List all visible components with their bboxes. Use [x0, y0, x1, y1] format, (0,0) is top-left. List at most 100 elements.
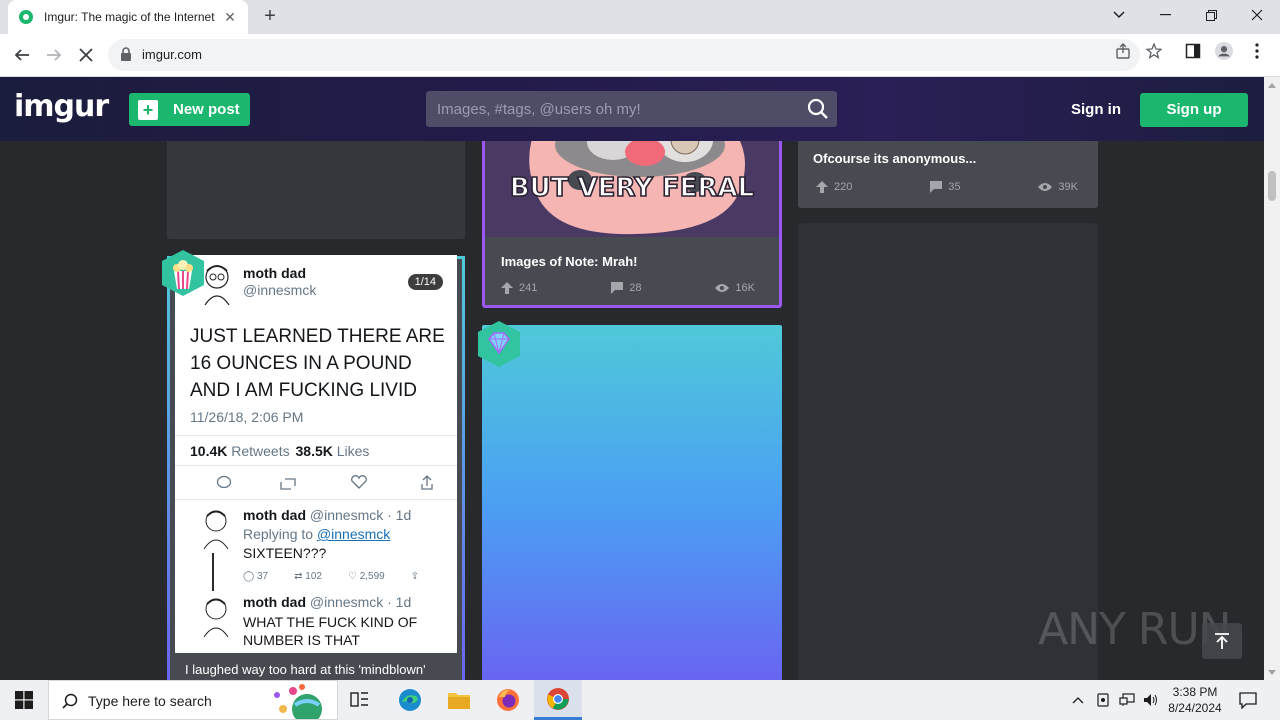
search-highlight-globe-icon [274, 684, 322, 719]
feral-image-text: BUT VERY FERAL [510, 173, 754, 203]
imgur-header: imgur + New post Images, #tags, @users o… [0, 77, 1264, 141]
taskbar-search-placeholder: Type here to search [88, 693, 212, 709]
volume-icon[interactable] [1139, 680, 1163, 720]
post-stats: 220 35 39K [816, 179, 1078, 195]
comment-icon [930, 181, 943, 193]
tab-close-icon[interactable]: ✕ [222, 9, 238, 25]
reply-2-name: moth dad [243, 594, 306, 610]
view-count: 16K [735, 282, 755, 294]
chrome-taskbar-icon[interactable] [534, 680, 582, 720]
view-count: 39K [1058, 181, 1078, 193]
page-scrollbar[interactable] [1264, 77, 1280, 680]
search-input[interactable]: Images, #tags, @users oh my! [426, 91, 837, 127]
upvote-arrow-icon [816, 181, 828, 193]
like-count: 38.5K [295, 443, 333, 459]
popcorn-badge-icon [162, 250, 204, 296]
browser-tab[interactable]: Imgur: The magic of the Internet ✕ [8, 0, 248, 34]
retweets-label: Retweets [231, 443, 290, 459]
firefox-icon[interactable] [484, 680, 532, 720]
search-icon[interactable] [807, 98, 829, 120]
task-view-icon[interactable] [336, 680, 384, 720]
side-panel-icon[interactable] [1184, 42, 1202, 60]
new-post-button[interactable]: + New post [129, 93, 250, 126]
reply-1-reply-count: ◯ 37 [243, 571, 269, 582]
reply-2-meta: @innesmck · 1d [309, 594, 412, 610]
reply-2-avatar [203, 598, 229, 638]
windows-taskbar: Type here to search 3:38 PM 8/24/2024 [0, 680, 1280, 720]
profile-avatar-icon[interactable] [1215, 42, 1233, 60]
plus-icon: + [138, 99, 158, 120]
upvote-stat[interactable]: 220 [816, 179, 852, 195]
diamond-badge-icon [478, 321, 520, 367]
imgur-page: imgur + New post Images, #tags, @users o… [0, 77, 1264, 680]
view-stat: 16K [715, 280, 755, 296]
tweet-author-name: moth dad [243, 265, 306, 281]
post-title[interactable]: I laughed way too hard at this 'mindblow… [185, 662, 426, 677]
reply-avatar [203, 510, 229, 550]
replying-to-handle: @innesmck [316, 526, 391, 542]
imgur-favicon-icon [19, 10, 33, 24]
reply-1-text: SIXTEEN??? [243, 545, 327, 561]
tweet-timestamp: 11/26/18, 2:06 PM [190, 409, 304, 425]
reply-1-share-icon: ⇪ [410, 571, 420, 582]
forward-arrow-icon[interactable] [40, 41, 68, 69]
restore-button[interactable] [1188, 0, 1234, 30]
tray-chevron-up-icon[interactable] [1066, 680, 1090, 720]
tray-device-icon[interactable] [1091, 680, 1115, 720]
bookmark-star-icon[interactable] [1145, 42, 1163, 60]
share-icon[interactable] [1114, 42, 1132, 60]
scroll-up-arrow-icon[interactable] [1268, 83, 1276, 88]
back-to-top-button[interactable] [1202, 623, 1242, 659]
tweet-engagement: 10.4K Retweets 38.5K Likes [190, 443, 369, 459]
replying-to-label: Replying to [243, 526, 314, 542]
sign-in-link[interactable]: Sign in [1071, 101, 1121, 118]
taskbar-search-input[interactable]: Type here to search [48, 680, 338, 720]
comment-stat[interactable]: 35 [930, 179, 961, 195]
post-title[interactable]: Ofcourse its anonymous... [813, 151, 976, 166]
upvote-count: 220 [834, 181, 853, 193]
upvote-arrow-icon [501, 282, 513, 294]
tab-search-chevron-icon[interactable] [1096, 0, 1142, 30]
post-title[interactable]: Images of Note: Mrah! [501, 254, 638, 269]
notifications-icon[interactable] [1228, 680, 1268, 720]
windows-start-icon[interactable] [0, 680, 48, 720]
clock-date: 8/24/2024 [1168, 701, 1222, 715]
post-card-gradient-loading[interactable] [482, 325, 782, 680]
tweet-text: JUST LEARNED THERE ARE 16 OUNCES IN A PO… [190, 326, 445, 401]
comment-stat[interactable]: 28 [611, 280, 642, 296]
scrollbar-thumb[interactable] [1268, 171, 1276, 201]
tweet-author-handle: @innesmck [243, 282, 317, 298]
comment-count: 35 [948, 181, 961, 193]
post-stats: 241 28 16K [501, 280, 755, 296]
reply-2-text: WHAT THE FUCK KIND OF NUMBER IS THAT [243, 614, 418, 648]
album-pager-badge: 1/14 [407, 274, 443, 290]
more-menu-icon[interactable] [1248, 42, 1266, 60]
network-icon[interactable] [1115, 680, 1139, 720]
file-explorer-icon[interactable] [435, 680, 483, 720]
browser-toolbar: imgur.com [0, 34, 1280, 77]
sign-up-button[interactable]: Sign up [1140, 93, 1248, 127]
address-bar[interactable]: imgur.com [108, 39, 1140, 71]
eye-icon [1038, 183, 1053, 191]
scroll-down-arrow-icon[interactable] [1268, 670, 1276, 675]
reply-1-actions: ◯ 37 ⇄ 102 ♡ 2,599 ⇪ [243, 571, 419, 582]
upvote-stat[interactable]: 241 [501, 280, 537, 296]
reply-1-header: moth dad @innesmck · 1d [243, 507, 411, 523]
new-tab-button[interactable]: + [258, 6, 282, 28]
imgur-logo[interactable]: imgur [14, 89, 109, 124]
lock-icon[interactable] [120, 47, 132, 61]
url-text: imgur.com [142, 47, 202, 62]
arrow-up-icon [1215, 633, 1229, 649]
taskbar-clock[interactable]: 3:38 PM 8/24/2024 [1164, 684, 1226, 716]
comment-count: 28 [629, 282, 642, 294]
view-stat: 39K [1038, 179, 1078, 195]
stop-loading-icon[interactable] [72, 41, 100, 69]
comment-icon [611, 282, 624, 294]
post-card-mrah[interactable]: BUT VERY FERAL Images of Note: Mrah! 241… [482, 117, 782, 308]
tab-strip: Imgur: The magic of the Internet ✕ + [0, 0, 1280, 34]
back-arrow-icon[interactable] [8, 41, 36, 69]
minimize-button[interactable] [1142, 0, 1188, 30]
close-window-button[interactable] [1234, 0, 1280, 30]
edge-browser-icon[interactable] [386, 680, 434, 720]
reply-2-header: moth dad @innesmck · 1d [243, 594, 411, 610]
